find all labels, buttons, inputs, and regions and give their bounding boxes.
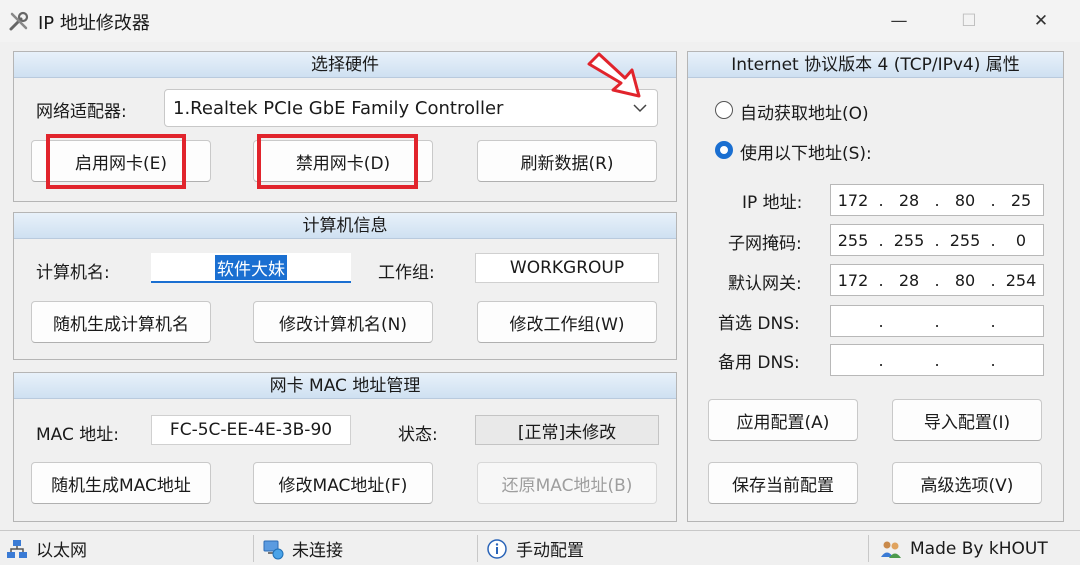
mac-status-value: [正常]未修改 xyxy=(475,415,659,445)
auto-address-radio[interactable] xyxy=(715,101,733,119)
status-author: Made By kHOUT xyxy=(880,533,1048,564)
workgroup-label: 工作组: xyxy=(378,263,435,283)
computer-name-label: 计算机名: xyxy=(36,263,110,283)
status-author-text: Made By kHOUT xyxy=(910,538,1048,559)
secondary-dns-label: 备用 DNS: xyxy=(718,353,800,373)
status-mode-text: 手动配置 xyxy=(516,541,584,561)
gateway-octet-1: 172 xyxy=(837,270,869,290)
import-config-button[interactable]: 导入配置(I) xyxy=(892,399,1042,441)
mask-octet-3: 255 xyxy=(949,230,981,250)
modify-mac-button[interactable]: 修改MAC地址(F) xyxy=(253,462,433,504)
primary-dns-input[interactable]: . . . xyxy=(830,305,1044,337)
status-divider xyxy=(253,535,254,562)
gateway-octet-3: 80 xyxy=(954,270,976,290)
maximize-button[interactable]: ☐ xyxy=(938,0,1000,42)
modify-workgroup-button[interactable]: 修改工作组(W) xyxy=(477,301,657,343)
random-computer-name-button[interactable]: 随机生成计算机名 xyxy=(31,301,211,343)
mac-group-header: 网卡 MAC 地址管理 xyxy=(14,373,676,399)
primary-dns-label: 首选 DNS: xyxy=(718,314,800,334)
mask-octet-1: 255 xyxy=(837,230,869,250)
manual-address-label[interactable]: 使用以下地址(S): xyxy=(740,139,872,164)
ip-octet-2: 28 xyxy=(898,190,920,210)
close-button[interactable]: ✕ xyxy=(1010,0,1072,42)
random-mac-button[interactable]: 随机生成MAC地址 xyxy=(31,462,211,504)
adapter-select-value: 1.Realtek PCIe GbE Family Controller xyxy=(173,97,504,119)
status-adapter: 以太网 xyxy=(6,533,87,564)
workgroup-input[interactable]: WORKGROUP xyxy=(475,253,659,283)
status-connection: 未连接 xyxy=(262,533,343,564)
window-title: IP 地址修改器 xyxy=(38,13,150,34)
computer-name-input[interactable]: 软件大妹 xyxy=(151,253,351,283)
status-divider xyxy=(477,535,478,562)
minimize-button[interactable]: — xyxy=(868,0,930,42)
apply-config-button[interactable]: 应用配置(A) xyxy=(708,399,858,441)
arrow-annotation-icon xyxy=(587,52,641,98)
highlight-box-enable xyxy=(46,134,186,189)
mac-address-input[interactable]: FC-5C-EE-4E-3B-90 xyxy=(151,415,351,445)
highlight-box-disable xyxy=(257,134,418,189)
gateway-label: 默认网关: xyxy=(728,274,802,294)
ip-address-label: IP 地址: xyxy=(742,193,803,213)
computer-group-header: 计算机信息 xyxy=(14,213,676,239)
gateway-input[interactable]: 172. 28. 80. 254 xyxy=(830,264,1044,296)
adapter-select[interactable]: 1.Realtek PCIe GbE Family Controller xyxy=(164,89,658,127)
info-icon xyxy=(487,538,507,559)
refresh-data-button[interactable]: 刷新数据(R) xyxy=(477,140,657,182)
tools-icon xyxy=(9,11,29,31)
network-icon xyxy=(7,539,27,558)
ip-octet-4: 25 xyxy=(1010,190,1032,210)
users-icon xyxy=(881,541,901,558)
mask-octet-2: 255 xyxy=(893,230,925,250)
ipv4-group-header: Internet 协议版本 4 (TCP/IPv4) 属性 xyxy=(688,52,1063,78)
secondary-dns-input[interactable]: . . . xyxy=(830,344,1044,376)
status-adapter-text: 以太网 xyxy=(36,541,87,561)
gateway-octet-2: 28 xyxy=(898,270,920,290)
manual-address-radio[interactable] xyxy=(715,141,733,159)
computer-network-icon xyxy=(263,540,284,559)
title-bar: IP 地址修改器 — ☐ ✕ xyxy=(0,0,1080,42)
mask-octet-4: 0 xyxy=(1015,230,1027,250)
ip-octet-1: 172 xyxy=(837,190,869,210)
advanced-options-button[interactable]: 高级选项(V) xyxy=(892,462,1042,504)
save-config-button[interactable]: 保存当前配置 xyxy=(708,462,858,504)
adapter-label: 网络适配器: xyxy=(36,102,127,122)
auto-address-label[interactable]: 自动获取地址(O) xyxy=(740,99,869,124)
status-connection-text: 未连接 xyxy=(292,541,343,561)
mac-status-label: 状态: xyxy=(398,425,438,445)
status-mode: 手动配置 xyxy=(486,533,584,564)
computer-name-value: 软件大妹 xyxy=(215,254,287,280)
mac-address-label: MAC 地址: xyxy=(36,425,119,445)
modify-computer-name-button[interactable]: 修改计算机名(N) xyxy=(253,301,433,343)
status-divider xyxy=(868,535,869,562)
subnet-mask-label: 子网掩码: xyxy=(728,234,802,254)
status-bar: 以太网 未连接 手动配置 Made By kHOUT xyxy=(0,530,1080,565)
subnet-mask-input[interactable]: 255. 255. 255. 0 xyxy=(830,224,1044,256)
hardware-group-header: 选择硬件 xyxy=(14,52,676,78)
gateway-octet-4: 254 xyxy=(1005,270,1037,290)
ip-octet-3: 80 xyxy=(954,190,976,210)
restore-mac-button[interactable]: 还原MAC地址(B) xyxy=(477,462,657,504)
ip-address-input[interactable]: 172. 28. 80. 25 xyxy=(830,184,1044,216)
